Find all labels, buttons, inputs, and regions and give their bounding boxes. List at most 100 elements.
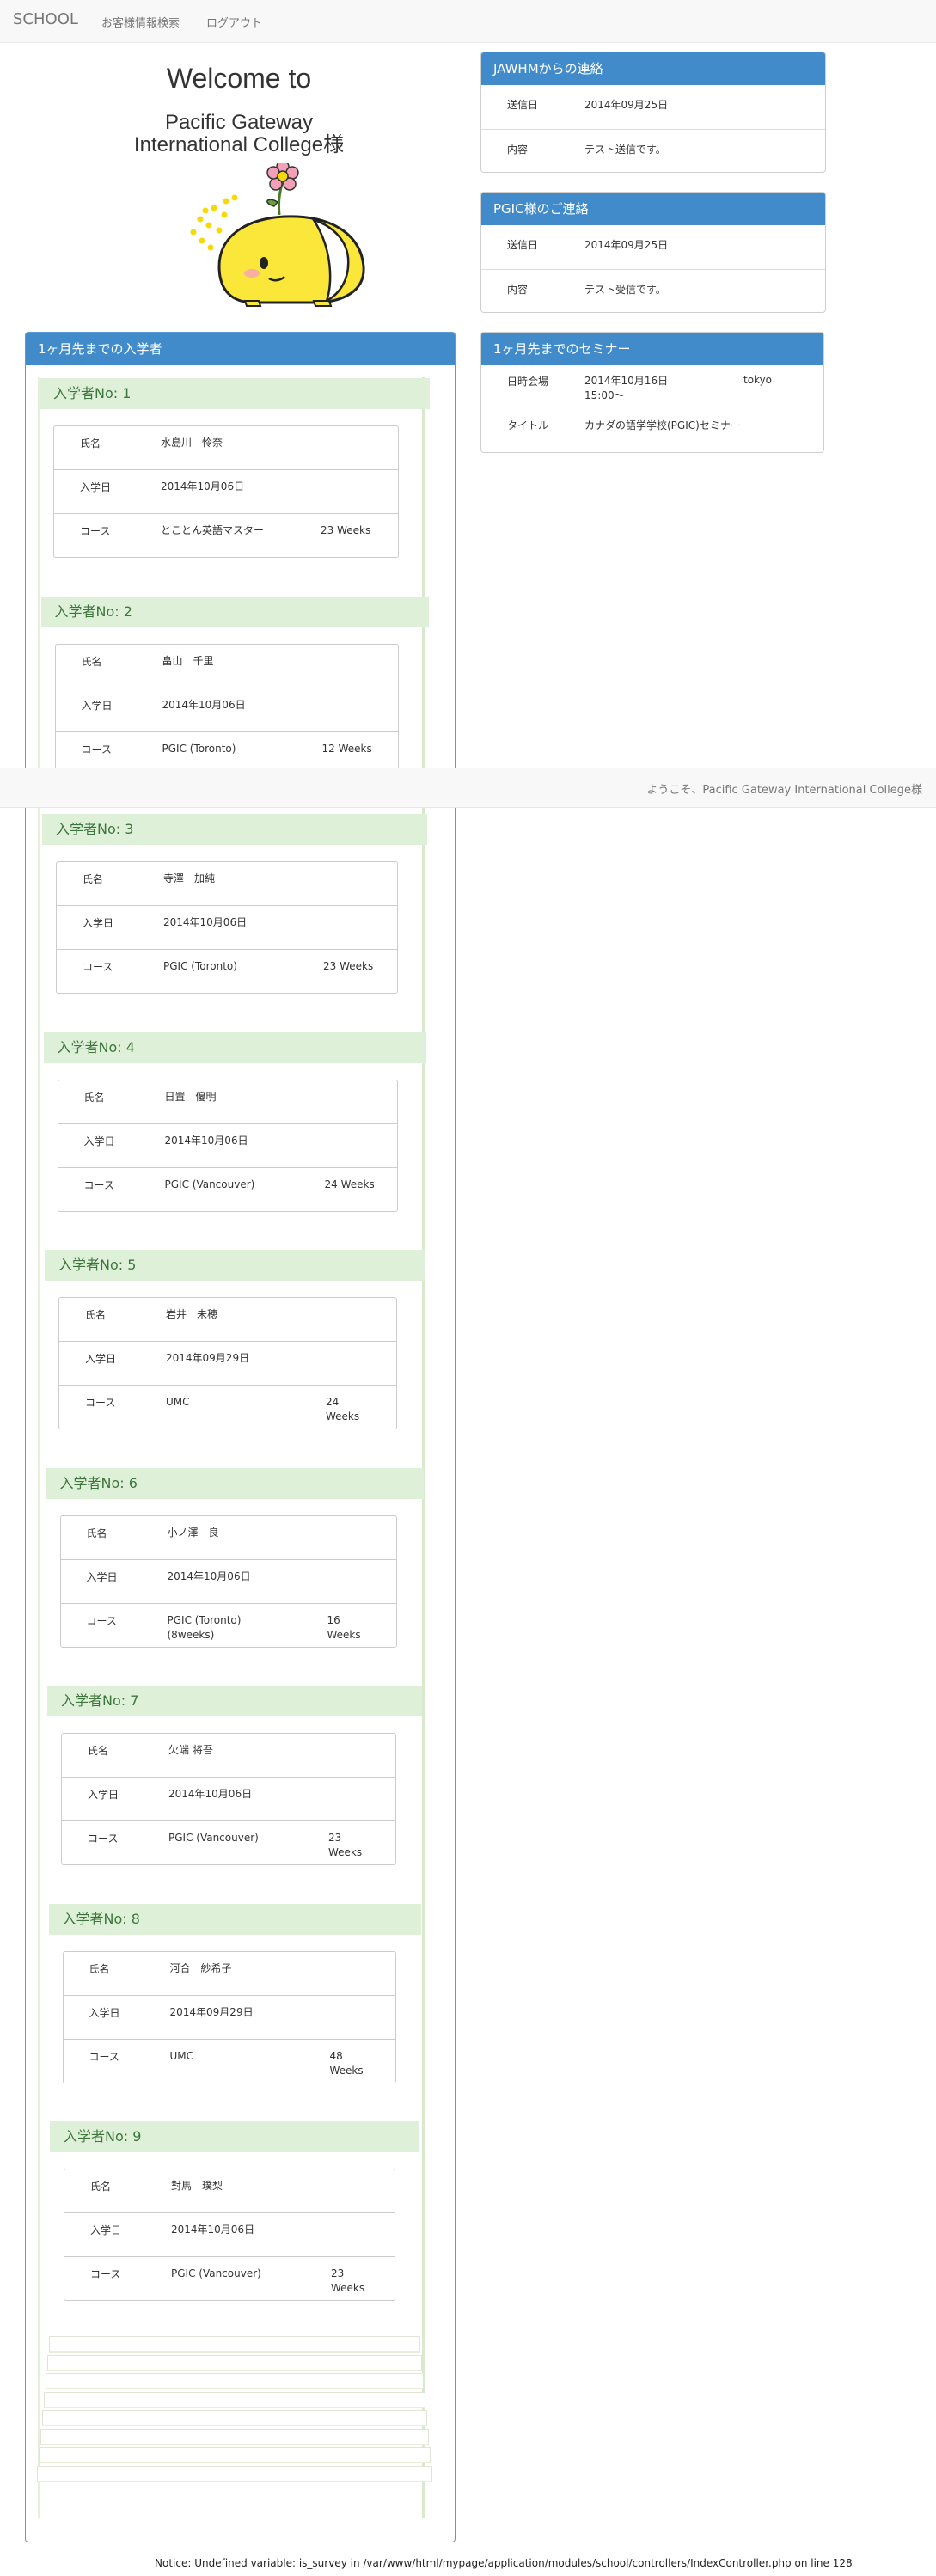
enrollee-date-row: 入学日 2014年09月29日 [59, 1342, 396, 1386]
seminar-datetime-value: 2014年10月16日 15:00〜 [584, 375, 669, 401]
enrollee-date-label: 入学日 [88, 1789, 119, 1801]
enrollee-course-value: PGIC (Toronto) (8weeks) [167, 1613, 242, 1641]
school-name-line1: Pacific Gateway [164, 111, 314, 134]
enrollee-date-row: 入学日 2014年10月06日 [57, 906, 397, 950]
enrollee-course-label: コース [86, 1614, 117, 1627]
empty-nested-row [37, 2465, 432, 2482]
enrollee-date-value: 2014年10月06日 [171, 2224, 255, 2236]
enrollee-heading: 入学者No: 7 [47, 1686, 422, 1716]
enrollee-course-row: コース PGIC (Vancouver) 24 Weeks [58, 1168, 397, 1211]
brand-link[interactable]: SCHOOL [13, 10, 78, 28]
enrollee-details-table: 氏名 欠端 将吾入学日 2014年10月06日コース PGIC (Vancouver)… [61, 1733, 396, 1865]
enrollee-course-label: コース [80, 525, 111, 537]
seminar-panel: 1ヶ月先までのセミナー 日時会場 2014年10月16日 15:00〜 toky… [480, 332, 824, 453]
nav-logout-link[interactable]: ログアウト [206, 14, 262, 30]
enrollee-course-row: コース PGIC (Vancouver) 23 Weeks [62, 1821, 395, 1864]
enrollee-weeks-value: 23 Weeks [328, 1832, 363, 1858]
enrollee-course-label: コース [85, 1397, 116, 1409]
enrollee-date-label: 入学日 [86, 1570, 118, 1583]
welcome-heading: Welcome to [166, 63, 312, 94]
enrollee-name-row: 氏名 欠端 将吾 [62, 1734, 395, 1778]
php-notice: Notice: Undefined variable: is_survey in… [155, 2557, 853, 2569]
enrollee-date-value: 2014年10月06日 [167, 1569, 251, 1582]
enrollee-date-row: 入学日 2014年10月06日 [54, 470, 398, 514]
jawhm-content-label: 内容 [507, 144, 529, 156]
enrollee-name-row: 氏名 寺澤 加純 [57, 862, 397, 906]
enrollee-name-label: 氏名 [80, 437, 101, 450]
enrollee-course-row: コース PGIC (Vancouver) 23 Weeks [64, 2257, 395, 2300]
enrollee-date-value: 2014年10月06日 [163, 916, 248, 928]
footer-welcome-text: ようこそ、Pacific Gateway International Colle… [646, 784, 922, 797]
enrollee-date-row: 入学日 2014年10月06日 [58, 1124, 397, 1168]
jawhm-sent-date-label: 送信日 [507, 99, 539, 111]
enrollee-course-label: コース [89, 2050, 119, 2063]
enrollee-course-label: コース [81, 743, 112, 756]
enrollee-name-row: 氏名 河合 紗希子 [63, 1952, 395, 1996]
empty-nested-row [47, 2354, 422, 2371]
enrollee-date-row: 入学日 2014年09月29日 [63, 1996, 395, 2040]
top-navbar: SCHOOL お客様情報検索 ログアウト [0, 0, 936, 43]
jawhm-content-value: テスト送信です。 [584, 144, 666, 156]
pgic-sent-date-label: 送信日 [507, 239, 539, 251]
enrollee-name-row: 氏名 日置 優明 [58, 1080, 397, 1124]
enrollee-name-value: 水島川 怜奈 [161, 437, 223, 449]
enrollee-course-row: コース PGIC (Toronto) (8weeks) 16 Weeks [61, 1604, 396, 1647]
enrollee-date-row: 入学日 2014年10月06日 [55, 688, 398, 732]
empty-nested-row [44, 2391, 425, 2408]
enrollee-weeks-value: 23 Weeks [323, 960, 374, 972]
enrollee-name-value: 日置 優明 [164, 1090, 217, 1103]
enrollee-weeks-value: 23 Weeks [321, 524, 371, 536]
seminar-panel-title: 1ヶ月先までのセミナー [481, 333, 823, 365]
enrollee-date-label: 入学日 [83, 917, 114, 929]
seminar-datetime-label: 日時会場 [507, 376, 549, 388]
enrollee-course-label: コース [88, 1833, 119, 1845]
pgic-sent-date-value: 2014年09月25日 [584, 239, 669, 251]
enrollee-heading: 入学者No: 4 [43, 1031, 426, 1063]
enrollee-date-value: 2014年10月06日 [168, 1788, 253, 1800]
pgic-content-value: テスト受信です。 [584, 284, 666, 296]
enrollee-name-value: 岩井 未穂 [166, 1308, 218, 1320]
enrollee-heading: 入学者No: 2 [40, 596, 429, 627]
seminar-title-value: カナダの語学学校(PGIC)セミナー [584, 419, 741, 431]
enrollee-date-label: 入学日 [90, 2224, 122, 2236]
enrollee-date-value: 2014年09月29日 [166, 1352, 250, 1364]
enrollee-date-value: 2014年09月29日 [169, 2005, 254, 2018]
nav-customer-search-link[interactable]: お客様情報検索 [101, 14, 180, 30]
enrollee-name-label: 氏名 [81, 655, 102, 668]
footer-bar: ようこそ、Pacific Gateway International Colle… [0, 768, 936, 808]
seminar-datetime-row: 日時会場 2014年10月16日 15:00〜 tokyo [481, 365, 823, 407]
jawhm-message-panel: JAWHMからの連絡 送信日 2014年09月25日 内容 テスト送信です。 [480, 52, 826, 173]
enrollee-details-table: 氏名 畠山 千里 入学日 2014年10月06日 コース PGIC (Toronto) 12… [54, 643, 399, 776]
enrollee-course-label: コース [83, 1178, 114, 1191]
enrollee-name-label: 氏名 [86, 1527, 107, 1539]
enrollee-course-value: UMC [166, 1396, 190, 1408]
enrollee-weeks-value: 24 Weeks [324, 1178, 375, 1190]
jawhm-sent-date-row: 送信日 2014年09月25日 [481, 85, 825, 130]
enrollee-details-table: 氏名 對馬 璞梨 入学日 2014年10月06日 コース PGIC (Vancouver)… [64, 2169, 395, 2301]
enrollee-details-table: 氏名 小ノ澤 良入学日 2014年10月06日 コース PGIC (Toronto) (… [59, 1514, 397, 1648]
enrollee-name-value: 河合 紗希子 [169, 1961, 232, 1974]
enrollee-name-label: 氏名 [83, 873, 104, 885]
pgic-message-panel: PGIC様のご連絡 送信日 2014年09月25日 内容 テスト受信です。 [480, 192, 826, 313]
enrollee-date-value: 2014年10月06日 [162, 698, 246, 711]
enrollee-heading: 入学者No: 5 [45, 1250, 425, 1281]
enrollees-panel-title: 1ヶ月先までの入学者 [26, 333, 455, 365]
enrollee-course-row: コース とことん英語マスター 23 Weeks [54, 514, 398, 557]
welcome-block: Welcome to Pacific Gateway International… [24, 58, 454, 156]
enrollee-name-label: 氏名 [88, 1745, 109, 1757]
empty-nested-row [39, 2447, 431, 2463]
enrollee-date-value: 2014年10月06日 [161, 480, 245, 493]
enrollee-name-row: 氏名 水島川 怜奈 [54, 426, 398, 470]
school-name-line2: International College様 [133, 133, 345, 156]
enrollee-course-value: PGIC (Vancouver) [164, 1178, 255, 1190]
enrollee-heading: 入学者No: 9 [50, 2121, 419, 2152]
enrollee-course-row: コース UMC 48 Weeks [64, 2040, 395, 2083]
enrollee-course-row: コース UMC 24 Weeks [59, 1386, 396, 1429]
enrollee-name-value: 寺澤 加純 [163, 872, 216, 884]
enrollee-course-value: PGIC (Vancouver) [171, 2267, 261, 2279]
jawhm-content-row: 内容 テスト送信です。 [481, 130, 825, 174]
enrollee-course-label: コース [90, 2268, 121, 2280]
enrollee-name-value: 欠端 将吾 [168, 1744, 213, 1756]
enrollee-name-label: 氏名 [83, 1091, 105, 1104]
pgic-content-label: 内容 [507, 284, 529, 296]
